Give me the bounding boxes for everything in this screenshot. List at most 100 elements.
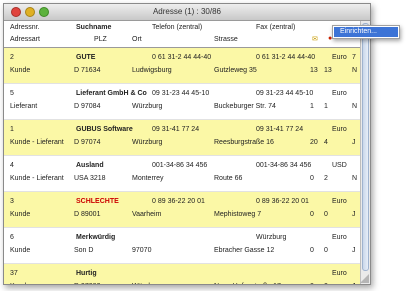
cell-n1: 20 — [310, 139, 318, 146]
cell-n2: 2 — [324, 175, 328, 182]
cell-currency: Euro — [332, 54, 347, 61]
cell-phone: 09 31-41 77 24 — [152, 126, 200, 133]
cell-flag: J — [352, 247, 356, 254]
cell-type: Kunde — [10, 283, 30, 284]
cell-flag: J — [352, 211, 356, 218]
cell-n3: 7 — [352, 54, 356, 61]
cell-nr: 2 — [10, 54, 14, 61]
cell-nr: 3 — [10, 198, 14, 205]
cell-type: Lieferant — [10, 103, 38, 110]
cell-n1: 0 — [310, 211, 314, 218]
header-telefon[interactable]: Telefon (zentral) — [152, 24, 202, 31]
cell-plz: D 97074 — [74, 139, 101, 146]
cell-fax: 001-34-86 34 456 — [256, 162, 312, 169]
cell-plz: D 89001 — [74, 211, 101, 218]
cell-type: Kunde - Lieferant — [10, 175, 64, 182]
cell-name: Ausland — [76, 162, 104, 169]
cell-n2: 0 — [324, 211, 328, 218]
header-fax[interactable]: Fax (zentral) — [256, 24, 295, 31]
cell-nr: 5 — [10, 90, 14, 97]
cell-city: Vaarheim — [132, 211, 162, 218]
cell-plz: D 97084 — [74, 103, 101, 110]
cell-street: Buckeburger Str. 74 — [214, 103, 276, 110]
header-adressnr[interactable]: Adressnr. — [10, 24, 40, 31]
cell-city: Ludwigsburg — [132, 67, 172, 74]
cell-city: 97070 — [132, 247, 152, 254]
mail-icon: ✉ — [312, 36, 318, 43]
cell-phone: 0 89 36-22 20 01 — [152, 198, 205, 205]
address-window: Adresse (1) : 30/86 Adressnr. Suchname T… — [3, 3, 371, 285]
cell-city: Monterrey — [132, 175, 164, 182]
cell-fax: 0 61 31-2 44 44-40 — [256, 54, 316, 61]
table-row[interactable]: 6 Merkwürdig Würzburg Euro Kunde Son D 97070 Eb… — [4, 228, 362, 264]
cell-currency: Euro — [332, 270, 347, 277]
cell-n1: 0 — [310, 247, 314, 254]
title-bar[interactable]: Adresse (1) : 30/86 — [4, 4, 370, 21]
cell-street: Mephistoweg 7 — [214, 211, 262, 218]
cell-flag: J — [352, 139, 356, 146]
cell-type: Kunde — [10, 247, 31, 254]
cell-name: Hurtig — [76, 270, 97, 277]
address-list: 2 GUTE 0 61 31-2 44 44-40 0 61 31-2 44 44-4… — [4, 48, 362, 284]
cell-n1: 0 — [310, 283, 314, 284]
cell-currency: Euro — [332, 234, 347, 241]
cell-n1: 1 — [310, 103, 314, 110]
cell-nr: 6 — [10, 234, 14, 241]
cell-name: Lieferant GmbH & Co — [76, 90, 147, 97]
cell-street: Route 66 — [214, 175, 243, 182]
menu-item-einrichten[interactable]: Einrichten... — [334, 27, 398, 37]
cell-plz: D 97082 — [74, 283, 100, 284]
cell-flag: N — [352, 103, 358, 110]
cell-nr: 1 — [10, 126, 14, 133]
table-row[interactable]: 3 SCHLECHTE 0 89 36-22 20 01 0 89 36-22 20 … — [4, 192, 362, 228]
cell-nr: 4 — [10, 162, 14, 169]
cell-n2: 4 — [324, 139, 328, 146]
cell-type: Kunde — [10, 211, 31, 218]
resize-grip[interactable] — [360, 274, 369, 283]
cell-fax: 09 31-41 77 24 — [256, 126, 304, 133]
cell-street: Reesburgstraße 16 — [214, 139, 274, 146]
table-row[interactable]: 5 Lieferant GmbH & Co 09 31-23 44 45-10 09 … — [4, 84, 362, 120]
header-suchname[interactable]: Suchname — [76, 24, 111, 31]
cell-flag: N — [352, 67, 358, 74]
cell-plz: Son D — [74, 247, 94, 254]
cell-phone: 09 31-23 44 45-10 — [152, 90, 210, 97]
cell-n2: 0 — [324, 247, 328, 254]
header-adressart[interactable]: Adressart — [10, 36, 40, 43]
context-menu: Einrichten... — [332, 25, 400, 39]
cell-fax: Würzburg — [256, 234, 287, 241]
cell-street: Neue Hafenstraße 17 — [214, 283, 281, 284]
scrollbar-thumb[interactable] — [362, 23, 369, 271]
window-title: Adresse (1) : 30/86 — [152, 7, 222, 16]
cell-plz: D 71634 — [74, 67, 101, 74]
cell-street: Ebracher Gasse 12 — [214, 247, 275, 254]
header-plz[interactable]: PLZ — [94, 36, 107, 43]
cell-phone: 0 61 31-2 44 44-40 — [152, 54, 212, 61]
cell-street: Gutzleweg 35 — [214, 67, 257, 74]
cell-currency: Euro — [332, 198, 347, 205]
header-strasse[interactable]: Strasse — [214, 36, 238, 43]
cell-fax: 09 31-23 44 45-10 — [256, 90, 314, 97]
cell-n2: 0 — [324, 283, 328, 284]
cell-type: Kunde - Lieferant — [10, 139, 64, 146]
cell-currency: USD — [332, 162, 347, 169]
cell-phone: 001-34-86 34 456 — [152, 162, 208, 169]
vertical-scrollbar[interactable] — [360, 21, 370, 284]
column-headers: Adressnr. Suchname Telefon (zentral) Fax… — [4, 21, 370, 48]
table-row[interactable]: 37 Hurtig Euro Kunde D 97082 Würzburg Neue Haf… — [4, 264, 362, 284]
cell-type: Kunde — [10, 67, 31, 74]
cell-name: SCHLECHTE — [76, 198, 119, 205]
cell-city: Würzburg — [132, 139, 163, 146]
cell-city: Würzburg — [132, 283, 162, 284]
table-row[interactable]: 1 GUBUS Software 09 31-41 77 24 09 31-41 77… — [4, 120, 362, 156]
cell-n1: 0 — [310, 175, 314, 182]
cell-n1: 13 — [310, 67, 318, 74]
cell-plz: USA 3218 — [74, 175, 106, 182]
cell-name: GUTE — [76, 54, 96, 61]
cell-name: Merkwürdig — [76, 234, 116, 241]
header-ort[interactable]: Ort — [132, 36, 142, 43]
table-row[interactable]: 2 GUTE 0 61 31-2 44 44-40 0 61 31-2 44 44-4… — [4, 48, 362, 84]
cell-fax: 0 89 36-22 20 01 — [256, 198, 309, 205]
cell-currency: Euro — [332, 90, 347, 97]
table-row[interactable]: 4 Ausland 001-34-86 34 456 001-34-86 34 456… — [4, 156, 362, 192]
